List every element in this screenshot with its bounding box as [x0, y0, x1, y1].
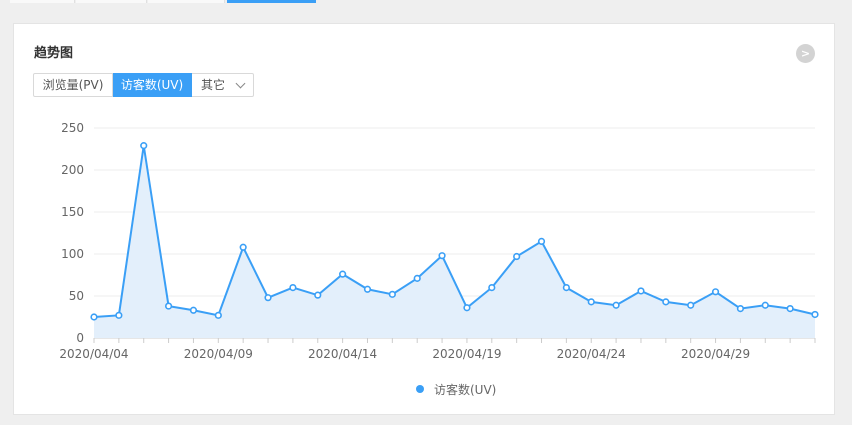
- top-tab[interactable]: [148, 0, 225, 3]
- data-point: [413, 274, 421, 282]
- y-tick-label: 50: [69, 289, 84, 303]
- y-tick-label: 0: [76, 331, 84, 345]
- x-axis: 2020/04/04 2020/04/09 2020/04/14 2020/04/19…: [59, 338, 816, 361]
- data-point: [115, 311, 123, 319]
- data-point: [264, 294, 272, 302]
- x-tick-label: 2020/04/19: [432, 347, 501, 361]
- data-point: [90, 313, 98, 321]
- y-tick-label: 100: [61, 247, 84, 261]
- data-point: [761, 301, 769, 309]
- data-point: [214, 311, 222, 319]
- trend-chart: 050100150200250 2020/04/04 2020/04/09 2020…: [59, 121, 819, 397]
- data-point: [363, 285, 372, 293]
- data-point: [463, 304, 471, 312]
- y-tick-label: 250: [61, 121, 84, 135]
- data-point: [786, 305, 794, 313]
- data-point: [488, 284, 496, 292]
- data-point: [687, 301, 695, 309]
- data-point: [711, 288, 720, 296]
- x-tick-label: 2020/04/14: [308, 347, 377, 361]
- y-tick-label: 150: [61, 205, 84, 219]
- data-point: [736, 305, 745, 313]
- data-point: [562, 284, 570, 292]
- top-tab-strip: [0, 0, 852, 4]
- data-point: [164, 302, 173, 310]
- data-point: [388, 290, 396, 298]
- x-tick-label: 2020/04/04: [59, 347, 128, 361]
- x-tick-label: 2020/04/09: [184, 347, 253, 361]
- data-point: [587, 298, 595, 306]
- y-tick-label: 200: [61, 163, 84, 177]
- data-point: [612, 301, 620, 309]
- data-point: [637, 287, 645, 295]
- data-point: [662, 298, 670, 306]
- y-axis-labels: 0 50 100 150 200 250: [61, 121, 84, 345]
- top-tab-active[interactable]: [227, 0, 316, 3]
- data-point: [537, 237, 546, 245]
- data-point: [140, 142, 148, 150]
- data-point: [189, 306, 198, 314]
- data-point: [811, 310, 819, 319]
- legend-label[interactable]: 访客数(UV): [434, 382, 496, 397]
- legend-swatch: [416, 385, 424, 393]
- data-point: [339, 270, 347, 278]
- data-point: [513, 252, 521, 261]
- data-point: [289, 284, 297, 292]
- x-tick-label: 2020/04/29: [681, 347, 750, 361]
- data-point: [438, 252, 446, 260]
- x-tick-label: 2020/04/24: [557, 347, 626, 361]
- top-tab[interactable]: [10, 0, 75, 3]
- data-point: [239, 243, 247, 251]
- chart-legend: 访客数(UV): [416, 382, 496, 397]
- data-point: [314, 291, 322, 299]
- series-area: [94, 145, 815, 338]
- top-tab[interactable]: [76, 0, 147, 3]
